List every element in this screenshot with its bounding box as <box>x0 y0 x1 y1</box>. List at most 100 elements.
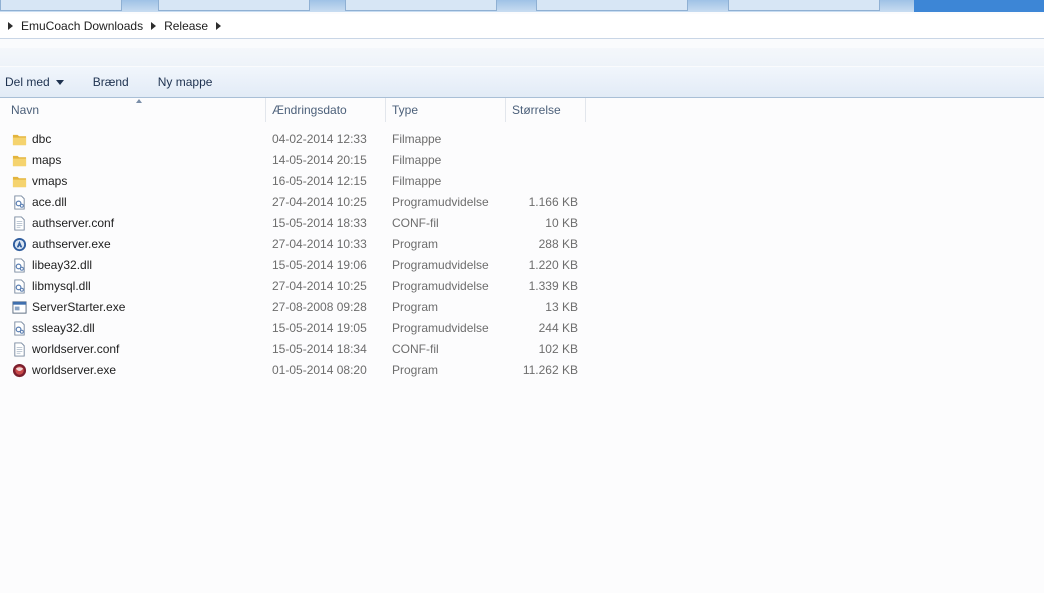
file-date: 04-02-2014 12:33 <box>272 132 367 146</box>
text-file-icon <box>14 216 25 231</box>
file-type: Filmappe <box>392 153 442 167</box>
taskbar-thumbnail[interactable] <box>345 0 497 11</box>
file-type: CONF-fil <box>392 216 439 230</box>
column-header-size[interactable]: Størrelse <box>506 98 586 122</box>
file-name: worldserver.exe <box>32 363 117 377</box>
command-bar: Del med Brænd Ny mappe <box>0 67 1044 98</box>
file-date: 16-05-2014 12:15 <box>272 174 367 188</box>
dll-icon <box>14 195 25 210</box>
column-headers: Navn Ændringsdato Type Størrelse <box>0 98 1044 124</box>
file-type: Programudvidelse <box>392 279 489 293</box>
file-date: 15-05-2014 18:34 <box>272 342 367 356</box>
column-header-name-label: Navn <box>11 103 40 117</box>
folder-icon <box>12 155 27 167</box>
file-size: 1.339 KB <box>528 279 578 293</box>
burn-button[interactable]: Brænd <box>88 71 134 93</box>
address-bar[interactable]: EmuCoach Downloads Release <box>0 14 1044 39</box>
file-date: 27-04-2014 10:25 <box>272 279 367 293</box>
column-header-type-label: Type <box>392 103 419 117</box>
file-row[interactable]: ssleay32.dll 15-05-2014 19:05 Programudv… <box>0 318 1044 339</box>
column-header-date-label: Ændringsdato <box>272 103 347 117</box>
column-header-date[interactable]: Ændringsdato <box>266 98 386 122</box>
taskbar-thumbnail[interactable] <box>536 0 688 11</box>
share-button[interactable]: Del med <box>0 71 69 93</box>
folder-icon <box>12 176 27 188</box>
file-date: 15-05-2014 19:05 <box>272 321 367 335</box>
file-date: 01-05-2014 08:20 <box>272 363 367 377</box>
file-size: 13 KB <box>545 300 578 314</box>
taskbar-thumbnail[interactable] <box>158 0 310 11</box>
file-size: 11.262 KB <box>522 363 578 377</box>
new-folder-button[interactable]: Ny mappe <box>153 71 218 93</box>
file-row[interactable]: ace.dll 27-04-2014 10:25 Programudvidels… <box>0 192 1044 213</box>
column-header-name[interactable]: Navn <box>5 98 266 122</box>
dll-icon <box>14 258 25 273</box>
file-date: 27-04-2014 10:25 <box>272 195 367 209</box>
new-folder-label: Ny mappe <box>157 75 213 89</box>
breadcrumb-item[interactable]: Release <box>164 19 208 33</box>
file-name: authserver.exe <box>32 237 111 251</box>
menu-band-gradient <box>0 48 1044 66</box>
file-date: 14-05-2014 20:15 <box>272 153 367 167</box>
file-date: 15-05-2014 19:06 <box>272 258 367 272</box>
taskbar-button[interactable] <box>914 0 1044 12</box>
file-type: Program <box>392 300 439 314</box>
file-row[interactable]: authserver.exe 27-04-2014 10:33 Program … <box>0 234 1044 255</box>
file-type: Programudvidelse <box>392 195 489 209</box>
file-name: libmysql.dll <box>32 279 91 293</box>
share-label: Del med <box>5 75 50 89</box>
folder-icon <box>12 134 27 146</box>
file-size: 102 KB <box>538 342 578 356</box>
file-row[interactable]: authserver.conf 15-05-2014 18:33 CONF-fi… <box>0 213 1044 234</box>
worldserver-app-icon <box>12 363 27 378</box>
file-type: Program <box>392 363 439 377</box>
breadcrumb-arrow-icon[interactable] <box>216 22 222 30</box>
chevron-down-icon <box>55 79 64 85</box>
breadcrumb-item[interactable]: EmuCoach Downloads <box>21 19 143 33</box>
file-name: vmaps <box>32 174 68 188</box>
authserver-app-icon <box>12 237 27 252</box>
file-name: maps <box>32 153 62 167</box>
dll-icon <box>14 321 25 336</box>
file-name: libeay32.dll <box>32 258 93 272</box>
window-app-icon <box>12 301 27 314</box>
column-header-type[interactable]: Type <box>386 98 506 122</box>
file-row[interactable]: libmysql.dll 27-04-2014 10:25 Programudv… <box>0 276 1044 297</box>
file-date: 27-08-2008 09:28 <box>272 300 367 314</box>
file-row[interactable]: ServerStarter.exe 27-08-2008 09:28 Progr… <box>0 297 1044 318</box>
file-type: Programudvidelse <box>392 321 489 335</box>
file-date: 15-05-2014 18:33 <box>272 216 367 230</box>
file-type: Filmappe <box>392 174 442 188</box>
file-size: 1.220 KB <box>528 258 578 272</box>
file-row[interactable]: libeay32.dll 15-05-2014 19:06 Programudv… <box>0 255 1044 276</box>
file-size: 288 KB <box>538 237 578 251</box>
column-header-size-label: Størrelse <box>512 103 561 117</box>
file-type: Filmappe <box>392 132 442 146</box>
file-type: CONF-fil <box>392 342 439 356</box>
file-row[interactable]: dbc 04-02-2014 12:33 Filmappe <box>0 129 1044 150</box>
file-name: dbc <box>32 132 52 146</box>
file-name: authserver.conf <box>32 216 115 230</box>
file-row[interactable]: vmaps 16-05-2014 12:15 Filmappe <box>0 171 1044 192</box>
file-name: ace.dll <box>32 195 67 209</box>
file-type: Program <box>392 237 439 251</box>
dll-icon <box>14 279 25 294</box>
breadcrumb-arrow-icon[interactable] <box>151 22 157 30</box>
taskbar-thumbnail[interactable] <box>0 0 122 11</box>
file-list: dbc 04-02-2014 12:33 Filmappe maps 14-05… <box>0 129 1044 381</box>
breadcrumb-arrow-icon[interactable] <box>8 22 13 30</box>
file-date: 27-04-2014 10:33 <box>272 237 367 251</box>
file-row[interactable]: worldserver.conf 15-05-2014 18:34 CONF-f… <box>0 339 1044 360</box>
file-name: ServerStarter.exe <box>32 300 126 314</box>
file-name: ssleay32.dll <box>32 321 95 335</box>
file-size: 1.166 KB <box>528 195 578 209</box>
file-size: 244 KB <box>538 321 578 335</box>
file-name: worldserver.conf <box>32 342 120 356</box>
file-row[interactable]: worldserver.exe 01-05-2014 08:20 Program… <box>0 360 1044 381</box>
taskbar-strip <box>0 0 1044 12</box>
file-size: 10 KB <box>545 216 578 230</box>
sort-ascending-icon <box>136 99 142 103</box>
taskbar-thumbnail[interactable] <box>728 0 880 11</box>
file-row[interactable]: maps 14-05-2014 20:15 Filmappe <box>0 150 1044 171</box>
file-type: Programudvidelse <box>392 258 489 272</box>
